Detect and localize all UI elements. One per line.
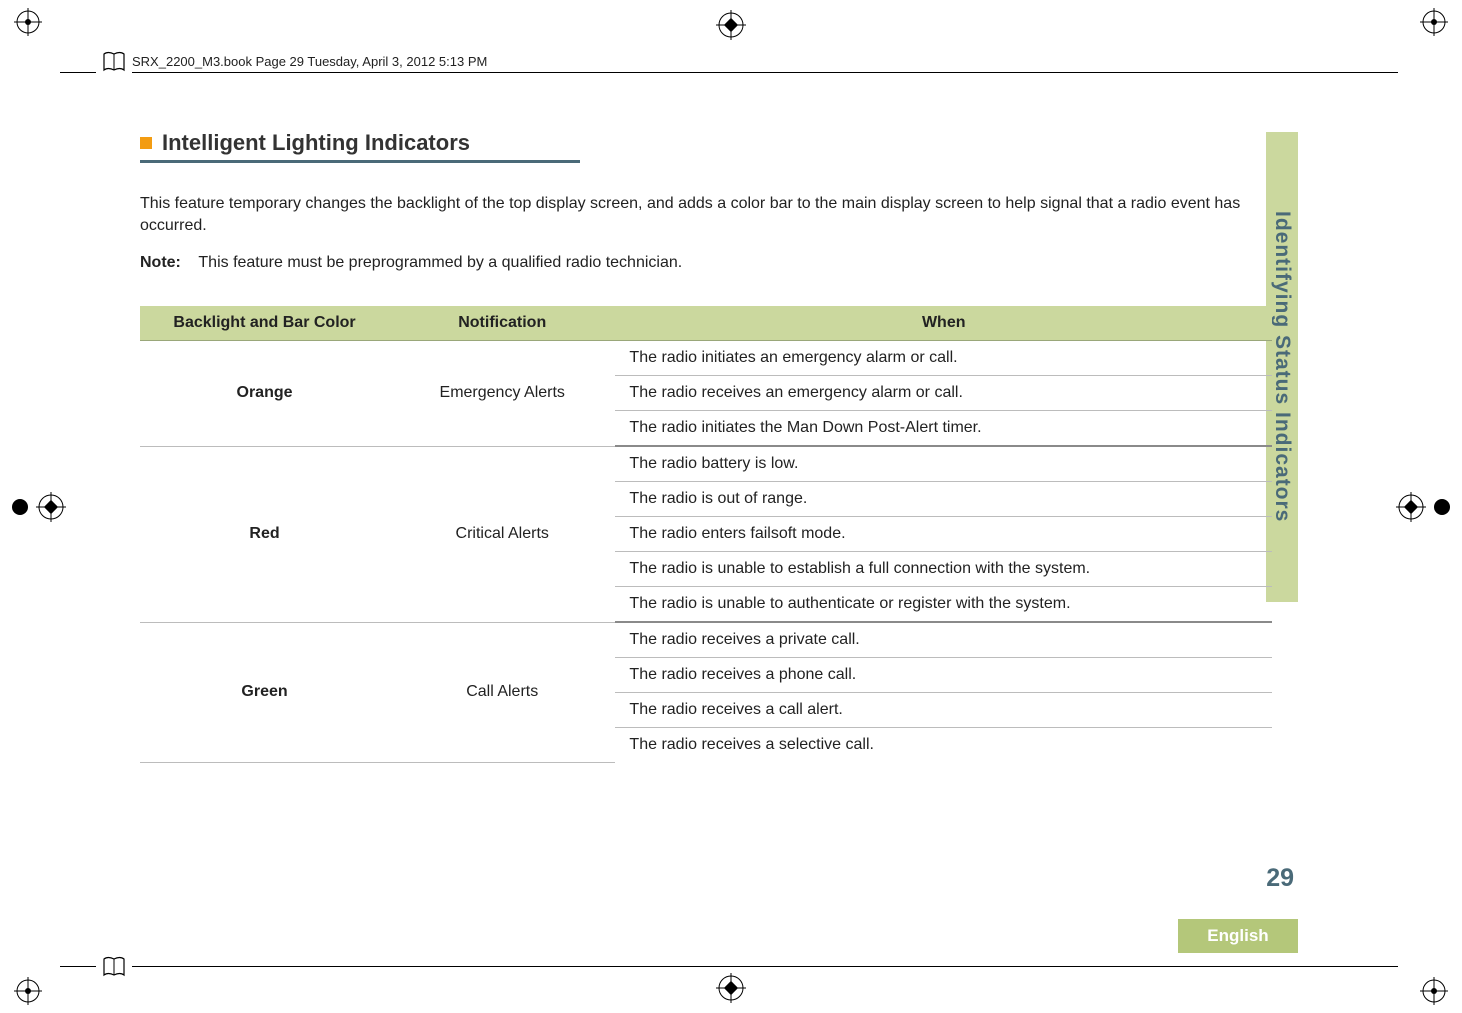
col-header-notification: Notification (389, 306, 615, 341)
book-icon (96, 953, 132, 981)
crop-mark-top-left (14, 8, 42, 36)
cell-when: The radio is unable to establish a full … (615, 552, 1272, 587)
table-row: GreenCall AlertsThe radio receives a pri… (140, 622, 1272, 658)
note-text: This feature must be preprogrammed by a … (198, 254, 682, 271)
registration-mark-right (1396, 492, 1452, 522)
cell-when: The radio receives a private call. (615, 622, 1272, 658)
section-heading-row: Intelligent Lighting Indicators (140, 130, 1272, 156)
cell-when: The radio receives an emergency alarm or… (615, 376, 1272, 411)
book-icon (96, 48, 132, 76)
cell-when: The radio battery is low. (615, 446, 1272, 482)
cell-when: The radio initiates an emergency alarm o… (615, 341, 1272, 376)
note-label: Note: (140, 254, 181, 271)
col-header-when: When (615, 306, 1272, 341)
table-row: RedCritical AlertsThe radio battery is l… (140, 446, 1272, 482)
indicators-table: Backlight and Bar Color Notification Whe… (140, 306, 1272, 763)
table-row: OrangeEmergency AlertsThe radio initiate… (140, 341, 1272, 376)
running-head: SRX_2200_M3.book Page 29 Tuesday, April … (132, 54, 497, 69)
cell-when: The radio receives a phone call. (615, 658, 1272, 693)
language-label: English (1207, 926, 1268, 946)
cell-when: The radio enters failsoft mode. (615, 517, 1272, 552)
cell-notification: Emergency Alerts (389, 341, 615, 447)
footer-rule (60, 966, 1398, 967)
cell-when: The radio receives a call alert. (615, 693, 1272, 728)
registration-mark-left (10, 492, 66, 522)
header-rule (60, 72, 1398, 73)
col-header-backlight: Backlight and Bar Color (140, 306, 389, 341)
note: Note: This feature must be preprogrammed… (140, 254, 1272, 272)
section-intro: This feature temporary changes the backl… (140, 193, 1272, 236)
language-tab: English (1178, 919, 1298, 953)
crop-mark-bottom-left (14, 977, 42, 1005)
cell-when: The radio initiates the Man Down Post-Al… (615, 411, 1272, 447)
crop-mark-bottom-right (1420, 977, 1448, 1005)
section-title: Intelligent Lighting Indicators (162, 130, 470, 156)
cell-notification: Critical Alerts (389, 446, 615, 622)
cell-when: The radio is unable to authenticate or r… (615, 587, 1272, 623)
registration-mark-top (716, 10, 746, 40)
page-content: Intelligent Lighting Indicators This fea… (140, 130, 1272, 893)
section-underline (140, 160, 580, 163)
cell-backlight-color: Green (140, 622, 389, 762)
cell-backlight-color: Red (140, 446, 389, 622)
section-bullet-icon (140, 137, 152, 149)
cell-backlight-color: Orange (140, 341, 389, 447)
crop-mark-top-right (1420, 8, 1448, 36)
cell-when: The radio receives a selective call. (615, 728, 1272, 763)
cell-notification: Call Alerts (389, 622, 615, 762)
cell-when: The radio is out of range. (615, 482, 1272, 517)
chapter-tab-label: Identifying Status Indicators (1270, 211, 1294, 522)
registration-mark-bottom (716, 973, 746, 1003)
